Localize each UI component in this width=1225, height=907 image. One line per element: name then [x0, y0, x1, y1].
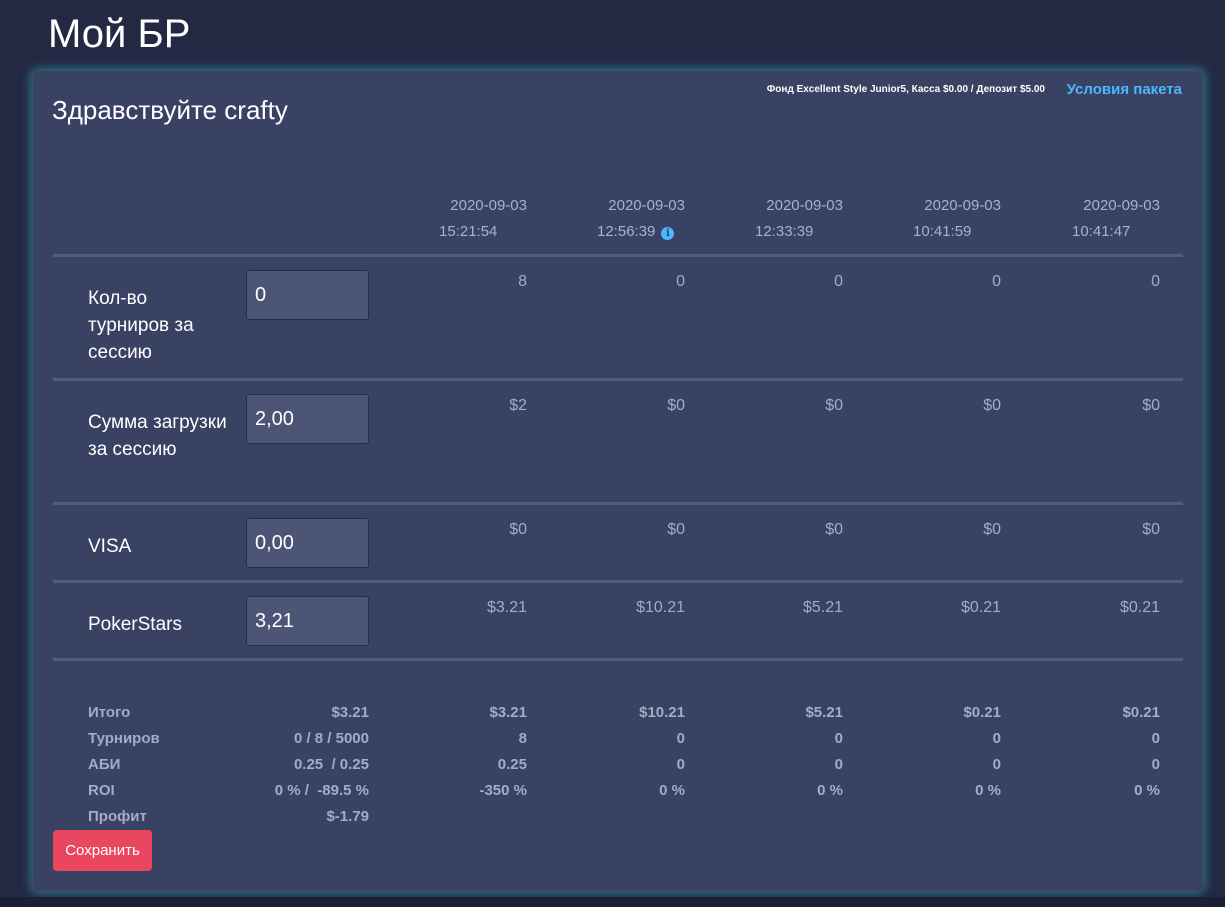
- divider: [53, 254, 1183, 257]
- session-time: 10:41:59: [913, 223, 972, 240]
- cell-value: $0: [667, 397, 685, 414]
- cell-value: $0: [1142, 397, 1160, 414]
- summary-value: $0.21: [963, 704, 1001, 721]
- summary-value: 0: [1151, 730, 1160, 747]
- cell-value: 8: [518, 273, 527, 290]
- package-terms-link[interactable]: Условия пакета: [1067, 81, 1182, 98]
- visa-input[interactable]: [246, 518, 369, 568]
- cell-value: $0: [983, 521, 1001, 538]
- cell-value: 0: [676, 273, 685, 290]
- summary-value: 8: [518, 730, 527, 747]
- cell-value: $0: [509, 521, 527, 538]
- summary-value: 0: [676, 730, 685, 747]
- summary-value: 0 %: [659, 782, 685, 799]
- session-date: 2020-09-03: [924, 197, 1001, 214]
- session-date: 2020-09-03: [608, 197, 685, 214]
- cell-value: 0: [834, 273, 843, 290]
- summary-label-tournaments: Турниров: [88, 730, 160, 747]
- fund-info: Фонд Excellent Style Junior5, Касса $0.0…: [766, 84, 1045, 95]
- summary-value: 0 %: [975, 782, 1001, 799]
- cell-value: $0.21: [1119, 599, 1160, 616]
- divider: [53, 378, 1183, 381]
- summary-value: -350 %: [479, 782, 527, 799]
- session-date: 2020-09-03: [450, 197, 527, 214]
- row-label-load-amount: Сумма загрузки за сессию: [88, 412, 227, 460]
- summary-label-profit: Профит: [88, 808, 147, 825]
- greeting: Здравствуйте crafty: [52, 95, 288, 125]
- bottom-bar: [0, 897, 1225, 907]
- cell-value: $5.21: [802, 599, 843, 616]
- session-column-header: 2020-09-03 15:21:54: [367, 193, 527, 245]
- summary-current: 0 % / -89.5 %: [274, 782, 369, 799]
- summary-value: 0: [834, 730, 843, 747]
- session-date: 2020-09-03: [1083, 197, 1160, 214]
- load-amount-input[interactable]: [246, 394, 369, 444]
- summary-value: 0: [676, 756, 685, 773]
- pokerstars-input[interactable]: [246, 596, 369, 646]
- summary-current: $-1.79: [326, 808, 369, 825]
- save-button[interactable]: Сохранить: [53, 830, 152, 871]
- cell-value: $0: [825, 521, 843, 538]
- summary-value: 0 %: [817, 782, 843, 799]
- summary-value: 0: [1151, 756, 1160, 773]
- cell-value: $2: [509, 397, 527, 414]
- session-time: 10:41:47: [1072, 223, 1131, 240]
- summary-current: 0.25 / 0.25: [293, 756, 369, 773]
- row-label-tournaments: Кол-во турниров за сессию: [88, 288, 194, 363]
- cell-value: 0: [1151, 273, 1160, 290]
- divider: [53, 580, 1183, 583]
- divider: [53, 658, 1183, 661]
- session-column-header: 2020-09-03 12:56:39 i: [525, 193, 685, 245]
- tournaments-count-input[interactable]: [246, 270, 369, 320]
- summary-current: $3.21: [331, 704, 369, 721]
- summary-label-total: Итого: [88, 704, 131, 721]
- summary-value: 0: [834, 756, 843, 773]
- summary-value: $0.21: [1122, 704, 1160, 721]
- cell-value: $0: [667, 521, 685, 538]
- session-column-header: 2020-09-03 12:33:39: [683, 193, 843, 245]
- summary-current: 0 / 8 / 5000: [293, 730, 369, 747]
- row-label-pokerstars: PokerStars: [88, 614, 182, 635]
- session-time: 12:33:39: [755, 223, 814, 240]
- cell-value: $0: [1142, 521, 1160, 538]
- summary-value: 0: [992, 756, 1001, 773]
- summary-label-abi: АБИ: [88, 756, 121, 773]
- session-time: 12:56:39: [597, 223, 656, 240]
- session-column-header: 2020-09-03 10:41:47: [1000, 193, 1160, 245]
- summary-value: 0: [992, 730, 1001, 747]
- summary-value: $3.21: [489, 704, 527, 721]
- cell-value: $0.21: [960, 599, 1001, 616]
- cell-value: $0: [825, 397, 843, 414]
- cell-value: $0: [983, 397, 1001, 414]
- summary-value: 0 %: [1134, 782, 1160, 799]
- cell-value: 0: [992, 273, 1001, 290]
- summary-label-roi: ROI: [88, 782, 115, 799]
- summary-value: 0.25: [497, 756, 527, 773]
- cell-value: $3.21: [486, 599, 527, 616]
- session-column-header: 2020-09-03 10:41:59: [841, 193, 1001, 245]
- cell-value: $10.21: [636, 599, 685, 616]
- session-date: 2020-09-03: [766, 197, 843, 214]
- divider: [53, 502, 1183, 505]
- info-circle-icon[interactable]: i: [661, 227, 675, 240]
- row-label-visa: VISA: [88, 536, 132, 557]
- bankroll-card: Здравствуйте crafty Фонд Excellent Style…: [33, 71, 1203, 891]
- summary-value: $10.21: [639, 704, 685, 721]
- page-title: Мой БР: [48, 12, 191, 56]
- session-time: 15:21:54: [439, 223, 498, 240]
- summary-value: $5.21: [805, 704, 843, 721]
